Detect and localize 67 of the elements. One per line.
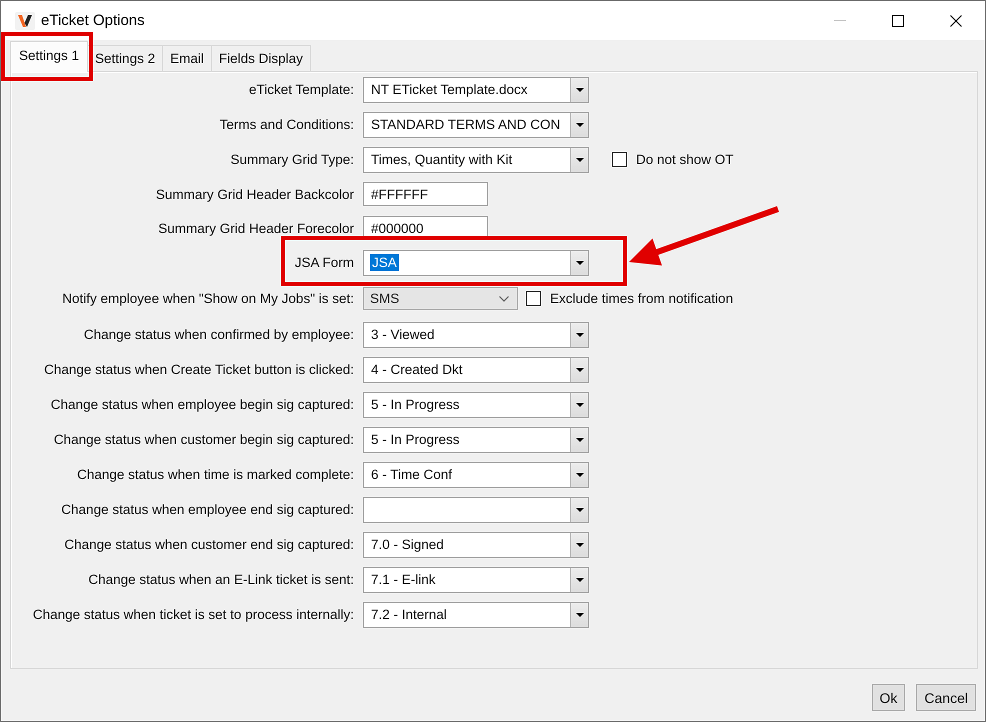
field-label: Summary Grid Header Backcolor <box>154 186 354 202</box>
dropdown-button[interactable] <box>570 358 588 382</box>
dropdown-button[interactable] <box>570 462 588 486</box>
combo-box[interactable]: 3 - Viewed <box>363 322 589 348</box>
tab[interactable]: Settings 1 <box>10 41 88 72</box>
field-label: Summary Grid Header Forecolor <box>157 220 354 236</box>
checkbox-label: Exclude times from notification <box>550 291 734 306</box>
combo-box[interactable]: 7.0 - Signed <box>363 532 589 558</box>
caret-icon <box>576 402 584 406</box>
field-label: Change status when employee end sig captured: <box>60 502 354 517</box>
dropdown-button[interactable] <box>570 392 588 416</box>
caret-icon <box>576 122 584 126</box>
field-label: eTicket Template: <box>248 82 354 97</box>
dropdown-button[interactable] <box>570 250 588 274</box>
caret-icon <box>576 438 584 442</box>
field-label: Notify employee when "Show on My Jobs" is set: <box>61 291 354 306</box>
combo-box[interactable]: 5 - In Progress <box>363 426 589 452</box>
field-label: JSA Form <box>294 255 354 270</box>
dropdown-button[interactable] <box>570 532 588 556</box>
field-label: Change status when ticket is set to process internally: <box>32 607 354 622</box>
dropdown-button[interactable] <box>570 498 588 522</box>
field-label: Change status when customer end sig captured: <box>63 537 354 552</box>
checkbox-label: Do not show OT <box>636 152 734 167</box>
field-label: Change status when confirmed by employee: <box>82 327 354 342</box>
dropdown-button[interactable] <box>570 78 588 102</box>
dropdown-button[interactable] <box>570 568 588 592</box>
caret-icon <box>576 332 584 336</box>
combo-box[interactable]: Times, Quantity with Kit <box>363 146 589 172</box>
combo-box[interactable]: 4 - Created Dkt <box>363 356 589 382</box>
window-title: eTicket Options <box>41 12 145 29</box>
combo-box[interactable]: JSA <box>363 250 589 276</box>
text-field[interactable]: #FFFFFF <box>363 182 488 206</box>
dropdown-field[interactable]: SMS <box>363 287 518 310</box>
dropdown-button[interactable] <box>570 322 588 346</box>
field-label: Change status when Create Ticket button is clicked: <box>43 362 354 377</box>
field-label: Change status when employee begin sig captured: <box>50 397 354 412</box>
caret-icon <box>576 612 584 616</box>
caret-icon <box>576 88 584 92</box>
dropdown-button[interactable] <box>570 148 588 172</box>
caret-icon <box>576 542 584 546</box>
checkbox[interactable] <box>612 152 627 167</box>
logo-icon <box>15 12 35 30</box>
dropdown-button[interactable] <box>570 428 588 452</box>
field-label: Change status when an E-Link ticket is sent: <box>87 572 354 587</box>
caret-icon <box>576 158 584 162</box>
field-label: Terms and Conditions: <box>218 117 354 132</box>
combo-box[interactable]: 7.1 - E-link <box>363 566 589 592</box>
caret-icon <box>576 368 584 372</box>
checkbox[interactable] <box>526 291 541 306</box>
chevron-icon <box>499 296 509 302</box>
tab[interactable]: Fields Display <box>210 45 311 71</box>
caret-icon <box>576 578 584 582</box>
dropdown-button[interactable] <box>570 112 588 136</box>
caret-icon <box>576 260 584 264</box>
caret-icon <box>576 472 584 476</box>
field-label: Change status when customer begin sig captured: <box>52 432 354 447</box>
combo-box[interactable]: STANDARD TERMS AND CON <box>363 112 589 138</box>
dialog-button[interactable]: Cancel <box>916 684 976 711</box>
caret-icon <box>576 508 584 512</box>
dropdown-button[interactable] <box>570 602 588 626</box>
field-label: Summary Grid Type: <box>229 152 354 167</box>
combo-box[interactable]: NT ETicket Template.docx <box>363 76 589 102</box>
combo-box[interactable]: 6 - Time Conf <box>363 462 589 488</box>
field-label: Change status when time is marked complete: <box>76 467 354 482</box>
dialog-button[interactable]: Ok <box>872 684 906 711</box>
combo-box[interactable]: 7.2 - Internal <box>363 602 589 628</box>
combo-box[interactable]: 5 - In Progress <box>363 392 589 418</box>
